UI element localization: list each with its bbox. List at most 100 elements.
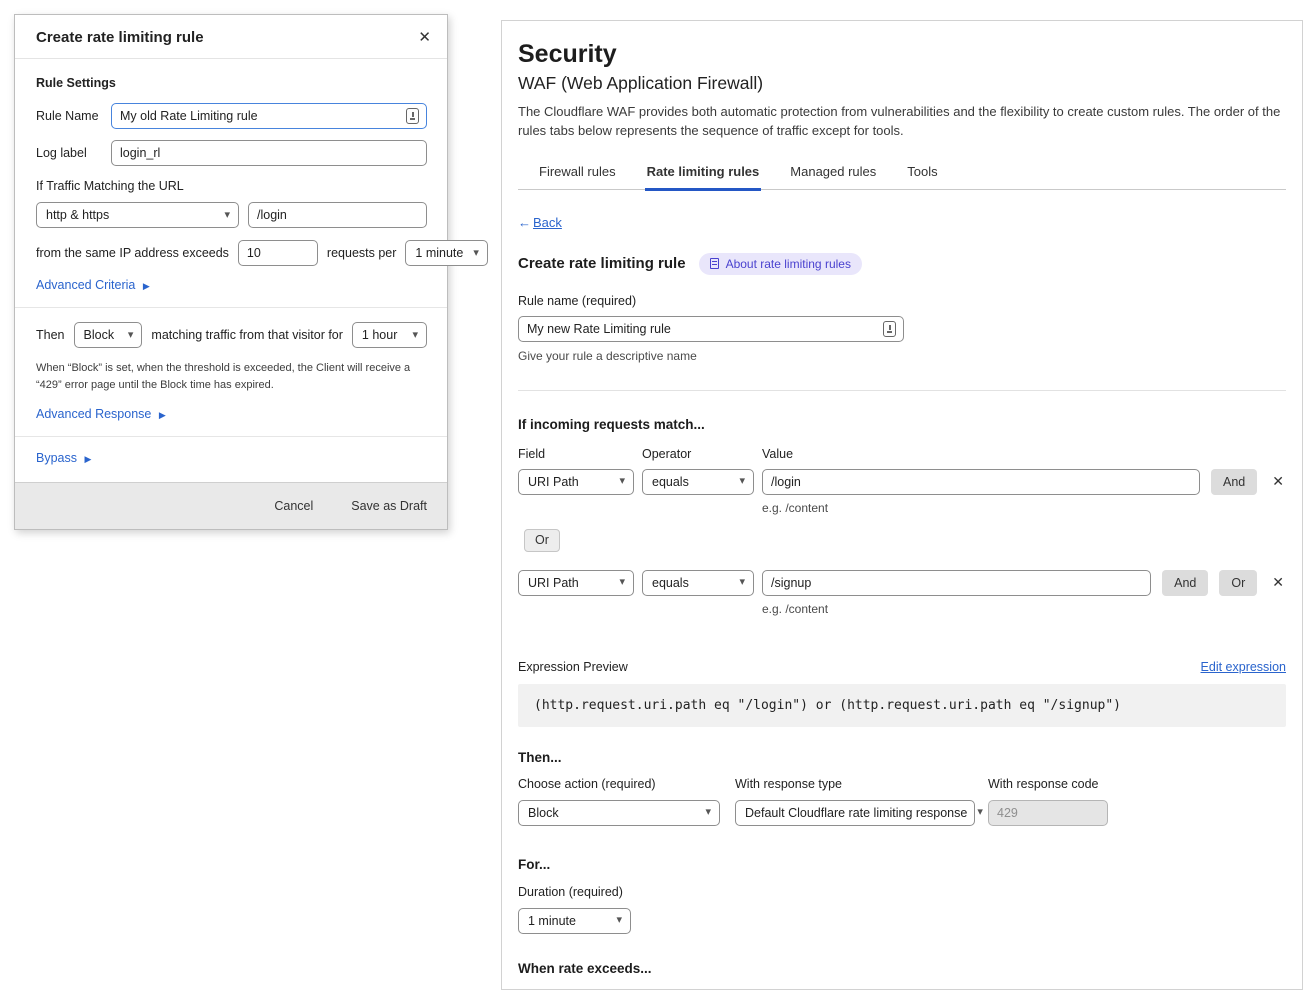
dropdown-caret-icon: ▾ bbox=[473, 248, 479, 259]
expression-preview-section: Expression Preview Edit expression (http… bbox=[518, 660, 1286, 727]
expand-arrow-icon: ▶ bbox=[143, 281, 150, 291]
divider bbox=[15, 307, 447, 308]
rule-name-helper: Give your rule a descriptive name bbox=[518, 349, 1286, 363]
expression-preview-label: Expression Preview bbox=[518, 660, 628, 674]
match-row-2: URI Path ▾ equals ▾ And Or ✕ bbox=[518, 570, 1286, 596]
log-label-row: Log label bbox=[36, 140, 427, 166]
field-select[interactable]: URI Path ▾ bbox=[518, 570, 634, 596]
page-subtitle: WAF (Web Application Firewall) bbox=[518, 73, 1286, 94]
period-label: Period (required) bbox=[640, 989, 750, 990]
for-section: For... Duration (required) 1 minute ▾ bbox=[518, 857, 1286, 934]
action-select[interactable]: Block ▾ bbox=[74, 322, 143, 348]
security-waf-panel: Security WAF (Web Application Firewall) … bbox=[501, 20, 1303, 990]
then-section: Then... Choose action (required) Block ▾… bbox=[518, 750, 1286, 826]
dropdown-caret-icon: ▾ bbox=[739, 577, 745, 588]
response-type-label: With response type bbox=[735, 777, 988, 791]
dropdown-caret-icon: ▾ bbox=[619, 577, 625, 588]
then-mid-label: matching traffic from that visitor for bbox=[151, 328, 343, 342]
save-as-draft-button[interactable]: Save as Draft bbox=[351, 499, 427, 513]
duration-select[interactable]: 1 minute ▾ bbox=[518, 908, 631, 934]
duration-label: Duration (required) bbox=[518, 885, 1286, 899]
expand-arrow-icon: ▶ bbox=[84, 454, 91, 464]
operator-column-label: Operator bbox=[642, 447, 762, 461]
action-select[interactable]: Block ▾ bbox=[518, 800, 720, 826]
advanced-response-link[interactable]: Advanced Response ▶ bbox=[36, 407, 427, 421]
match-section-title: If incoming requests match... bbox=[518, 417, 1286, 432]
waf-tabs: Firewall rules Rate limiting rules Manag… bbox=[518, 158, 1286, 190]
expand-arrow-icon: ▶ bbox=[159, 410, 166, 420]
create-rate-limiting-rule-modal: Create rate limiting rule ✕ Rule Setting… bbox=[14, 14, 448, 530]
tab-rate-limiting-rules[interactable]: Rate limiting rules bbox=[645, 158, 762, 191]
modal-header: Create rate limiting rule ✕ bbox=[15, 15, 447, 59]
dropdown-caret-icon: ▾ bbox=[224, 210, 230, 221]
value-hint: e.g. /content bbox=[762, 602, 1286, 616]
page-title: Security bbox=[518, 40, 1286, 69]
close-icon[interactable]: ✕ bbox=[418, 28, 431, 46]
input-keyboard-icon bbox=[883, 321, 896, 337]
modal-title: Create rate limiting rule bbox=[36, 29, 204, 46]
value-input[interactable] bbox=[762, 469, 1200, 495]
cancel-button[interactable]: Cancel bbox=[274, 499, 313, 513]
back-link[interactable]: ← Back bbox=[518, 215, 562, 230]
period-select[interactable]: 1 minute ▾ bbox=[405, 240, 487, 266]
value-input[interactable] bbox=[762, 570, 1151, 596]
about-rate-limiting-badge[interactable]: About rate limiting rules bbox=[699, 253, 862, 275]
modal-footer: Cancel Save as Draft bbox=[15, 482, 447, 529]
remove-row-icon[interactable]: ✕ bbox=[1270, 574, 1286, 591]
expression-code: (http.request.uri.path eq "/login") or (… bbox=[518, 684, 1286, 727]
rule-name-label: Rule Name bbox=[36, 109, 111, 123]
modal-body: Rule Settings Rule Name Log label If Tra… bbox=[15, 59, 447, 465]
rule-name-input[interactable] bbox=[518, 316, 904, 342]
incoming-requests-section: If incoming requests match... Field Oper… bbox=[518, 417, 1286, 616]
rule-name-label: Rule name (required) bbox=[518, 294, 1286, 308]
threshold-row: from the same IP address exceeds request… bbox=[36, 240, 427, 266]
then-row: Then Block ▾ matching traffic from that … bbox=[36, 322, 427, 348]
traffic-match-label: If Traffic Matching the URL bbox=[36, 179, 427, 193]
and-button[interactable]: And bbox=[1211, 469, 1257, 495]
dropdown-caret-icon: ▾ bbox=[128, 330, 134, 341]
block-duration-select[interactable]: 1 hour ▾ bbox=[352, 322, 427, 348]
log-label-label: Log label bbox=[36, 146, 111, 160]
divider bbox=[15, 436, 447, 437]
dropdown-caret-icon: ▾ bbox=[977, 807, 983, 818]
operator-select[interactable]: equals ▾ bbox=[642, 570, 754, 596]
rate-title: When rate exceeds... bbox=[518, 961, 1286, 976]
response-code-input bbox=[988, 800, 1108, 826]
advanced-criteria-link[interactable]: Advanced Criteria ▶ bbox=[36, 278, 427, 292]
remove-row-icon[interactable]: ✕ bbox=[1270, 473, 1286, 490]
rule-name-input[interactable] bbox=[111, 103, 427, 129]
operator-select[interactable]: equals ▾ bbox=[642, 469, 754, 495]
value-column-label: Value bbox=[762, 447, 793, 461]
requests-label: Requests (required) bbox=[518, 989, 628, 990]
or-button[interactable]: Or bbox=[1219, 570, 1257, 596]
input-keyboard-icon bbox=[406, 108, 419, 124]
tab-tools[interactable]: Tools bbox=[905, 158, 939, 189]
or-connector-button[interactable]: Or bbox=[524, 529, 560, 552]
value-hint: e.g. /content bbox=[762, 501, 1286, 515]
match-column-labels: Field Operator Value bbox=[518, 447, 1286, 461]
dropdown-caret-icon: ▾ bbox=[619, 476, 625, 487]
tab-managed-rules[interactable]: Managed rules bbox=[788, 158, 878, 189]
divider bbox=[518, 390, 1286, 391]
dropdown-caret-icon: ▾ bbox=[412, 330, 418, 341]
bypass-link[interactable]: Bypass ▶ bbox=[36, 451, 427, 465]
match-row-1: URI Path ▾ equals ▾ And ✕ bbox=[518, 469, 1286, 495]
edit-expression-link[interactable]: Edit expression bbox=[1201, 660, 1286, 674]
log-label-input[interactable] bbox=[111, 140, 427, 166]
choose-action-label: Choose action (required) bbox=[518, 777, 735, 791]
then-title: Then... bbox=[518, 750, 1286, 765]
rule-name-row: Rule Name bbox=[36, 103, 427, 129]
field-select[interactable]: URI Path ▾ bbox=[518, 469, 634, 495]
dropdown-caret-icon: ▾ bbox=[739, 476, 745, 487]
and-button[interactable]: And bbox=[1162, 570, 1208, 596]
page-description: The Cloudflare WAF provides both automat… bbox=[518, 103, 1286, 141]
for-title: For... bbox=[518, 857, 1286, 872]
scheme-select[interactable]: http & https ▾ bbox=[36, 202, 239, 228]
response-type-select[interactable]: Default Cloudflare rate limiting respons… bbox=[735, 800, 975, 826]
threshold-input[interactable] bbox=[238, 240, 318, 266]
tab-firewall-rules[interactable]: Firewall rules bbox=[537, 158, 618, 189]
dropdown-caret-icon: ▾ bbox=[705, 807, 711, 818]
url-input[interactable] bbox=[248, 202, 427, 228]
response-code-label: With response code bbox=[988, 777, 1108, 791]
then-label: Then bbox=[36, 328, 65, 342]
